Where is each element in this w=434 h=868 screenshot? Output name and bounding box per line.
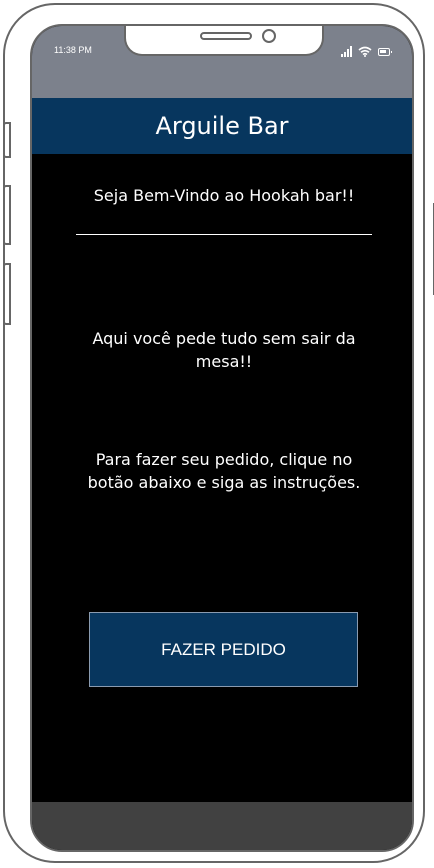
phone-screen: 11:38 PM Arguile Bar Seja Bem-Vindo ao H… — [30, 24, 414, 852]
app-title: Arguile Bar — [155, 112, 289, 140]
volume-up-button — [3, 185, 11, 245]
tagline-text: Aqui você pede tudo sem sair da mesa!! — [92, 329, 356, 371]
battery-icon — [378, 48, 392, 56]
welcome-text: Seja Bem-Vindo ao Hookah bar!! — [93, 186, 355, 205]
divider — [76, 234, 372, 235]
bottom-bar — [32, 802, 412, 850]
instructions-text: Para fazer seu pedido, clique no botão a… — [87, 450, 361, 492]
camera-icon — [262, 29, 276, 43]
phone-frame: 11:38 PM Arguile Bar Seja Bem-Vindo ao H… — [3, 3, 434, 863]
speaker-icon — [200, 32, 252, 40]
volume-down-button — [3, 263, 11, 325]
mute-switch — [3, 122, 11, 158]
phone-notch — [124, 26, 324, 56]
status-time: 11:38 PM — [54, 45, 92, 55]
wifi-icon — [358, 46, 372, 57]
status-icons — [341, 45, 392, 57]
app-header: Arguile Bar — [32, 98, 412, 154]
signal-icon — [341, 46, 352, 57]
order-button[interactable]: FAZER PEDIDO — [89, 612, 358, 687]
